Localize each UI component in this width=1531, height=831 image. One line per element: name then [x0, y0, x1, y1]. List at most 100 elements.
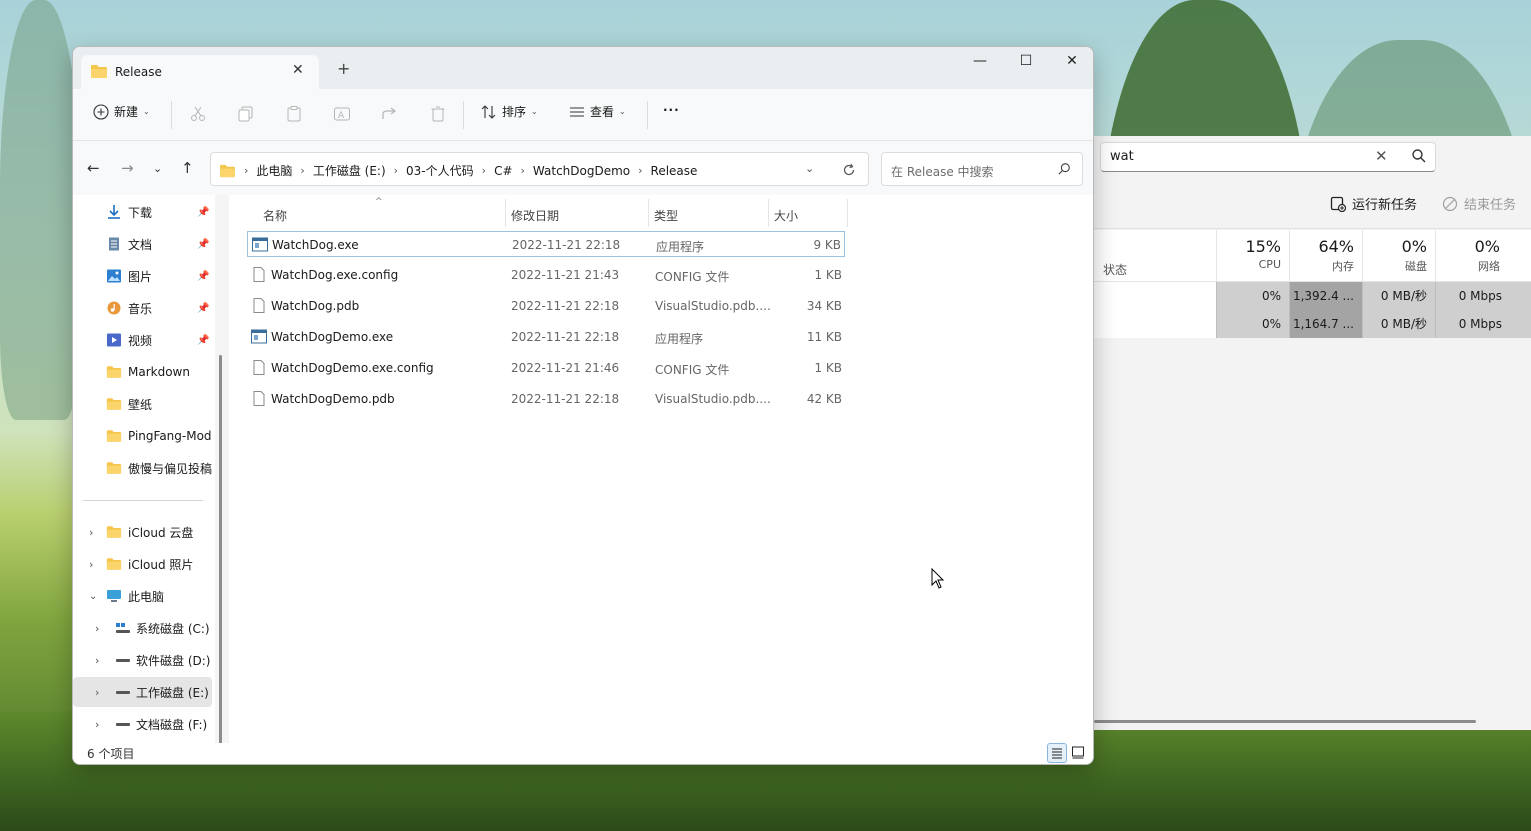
nav-item-drive-c[interactable]: › 系统磁盘 (C:): [73, 613, 212, 643]
exe-icon: [251, 329, 267, 344]
search-icon[interactable]: [1057, 162, 1071, 176]
delete-icon[interactable]: [429, 105, 447, 123]
chevron-right-icon[interactable]: ›: [95, 718, 99, 731]
breadcrumb-item[interactable]: WatchDogDemo: [533, 164, 630, 178]
column-divider[interactable]: [648, 199, 649, 227]
column-divider[interactable]: [505, 199, 506, 227]
disk-column-header[interactable]: 0% 磁盘: [1362, 230, 1435, 282]
column-divider[interactable]: [847, 199, 848, 227]
run-new-task-button[interactable]: 运行新任务: [1330, 194, 1417, 213]
pin-icon[interactable]: 📌: [197, 239, 209, 250]
nav-item-videos[interactable]: 视频 📌: [73, 325, 212, 355]
new-tab-button[interactable]: +: [337, 59, 350, 78]
clear-search-icon[interactable]: ✕: [1375, 147, 1388, 165]
nav-item-drive-e[interactable]: › 工作磁盘 (E:): [73, 677, 212, 707]
breadcrumb-item[interactable]: 此电脑: [256, 162, 292, 179]
view-button[interactable]: 查看 ⌄: [569, 103, 626, 120]
cpu-column-header[interactable]: 15% CPU: [1216, 230, 1289, 282]
chevron-down-icon[interactable]: ⌄: [89, 591, 97, 602]
chevron-right-icon[interactable]: ›: [394, 164, 398, 177]
file-row-watchdog-pdb[interactable]: WatchDog.pdb 2022-11-21 22:18 VisualStud…: [247, 293, 845, 319]
large-icons-view-button[interactable]: [1069, 743, 1089, 763]
search-icon[interactable]: [1411, 148, 1427, 164]
nav-item-pride-prejudice[interactable]: 傲慢与偏见投稿: [73, 453, 212, 483]
minimize-button[interactable]: —: [957, 49, 1003, 77]
chevron-right-icon[interactable]: ›: [89, 526, 93, 539]
chevron-right-icon[interactable]: ›: [89, 558, 93, 571]
refresh-icon[interactable]: [842, 163, 856, 177]
details-view-button[interactable]: [1047, 743, 1067, 763]
back-arrow-icon[interactable]: ←: [87, 159, 100, 177]
nav-scrollbar[interactable]: [219, 355, 222, 749]
column-size[interactable]: 大小: [774, 207, 798, 224]
file-date: 2022-11-21 22:18: [511, 330, 620, 344]
cut-icon[interactable]: [189, 105, 207, 123]
nav-item-documents[interactable]: 文档 📌: [73, 229, 212, 259]
forward-arrow-icon[interactable]: →: [121, 159, 134, 177]
column-type[interactable]: 类型: [654, 207, 678, 224]
process-row[interactable]: 0% 1,164.7 ... 0 MB/秒 0 Mbps: [1094, 310, 1531, 338]
recent-locations-chevron-icon[interactable]: ⌄: [153, 162, 162, 175]
nav-item-drive-d[interactable]: › 软件磁盘 (D:): [73, 645, 212, 675]
sort-button[interactable]: 排序 ⌄: [481, 103, 538, 120]
pin-icon[interactable]: 📌: [197, 207, 209, 218]
tab-release[interactable]: Release ✕: [81, 55, 319, 89]
nav-item-pictures[interactable]: 图片 📌: [73, 261, 212, 291]
nav-item-pingfang-mod[interactable]: PingFang-Mod: [73, 421, 212, 451]
task-search-input[interactable]: wat ✕: [1100, 142, 1436, 172]
cpu-cell: 0%: [1216, 310, 1289, 338]
chevron-right-icon[interactable]: ›: [521, 164, 525, 177]
new-button[interactable]: 新建 ⌄: [93, 103, 150, 120]
rename-icon[interactable]: A: [333, 105, 351, 123]
file-row-watchdogdemo-pdb[interactable]: WatchDogDemo.pdb 2022-11-21 22:18 Visual…: [247, 386, 845, 412]
task-manager-window: wat ✕ 运行新任务 结束任务 状态 15% CPU 64% 内存 0% 磁盘 0%…: [1094, 136, 1531, 730]
close-button[interactable]: ✕: [1049, 49, 1093, 77]
copy-icon[interactable]: [237, 105, 255, 123]
chevron-right-icon[interactable]: ›: [300, 164, 304, 177]
nav-item-icloud-photos[interactable]: › iCloud 照片: [73, 549, 212, 579]
file-size: 11 KB: [806, 330, 842, 344]
up-arrow-icon[interactable]: ↑: [181, 159, 194, 177]
share-icon[interactable]: [381, 105, 399, 123]
folder-search-input[interactable]: 在 Release 中搜索: [881, 152, 1083, 186]
nav-item-markdown[interactable]: Markdown: [73, 357, 212, 387]
chevron-right-icon[interactable]: ›: [482, 164, 486, 177]
file-row-watchdog-exe[interactable]: WatchDog.exe 2022-11-21 22:18 应用程序 9 KB: [247, 231, 845, 257]
file-row-watchdogdemo-exe[interactable]: WatchDogDemo.exe 2022-11-21 22:18 应用程序 1…: [247, 324, 845, 350]
network-column-header[interactable]: 0% 网络: [1435, 230, 1508, 282]
nav-item-this-pc[interactable]: ⌄ 此电脑: [73, 581, 212, 611]
nav-item-drive-f[interactable]: › 文档磁盘 (F:): [73, 709, 212, 739]
column-date-modified[interactable]: 修改日期: [511, 207, 559, 224]
process-row[interactable]: 0% 1,392.4 ... 0 MB/秒 0 Mbps: [1094, 282, 1531, 310]
file-row-watchdog-exe-config[interactable]: WatchDog.exe.config 2022-11-21 21:43 CON…: [247, 262, 845, 288]
nav-item-downloads[interactable]: 下载 📌: [73, 197, 212, 227]
chevron-right-icon[interactable]: ›: [95, 686, 99, 699]
breadcrumb-item[interactable]: Release: [651, 164, 698, 178]
end-task-button[interactable]: 结束任务: [1442, 194, 1516, 213]
address-history-chevron-icon[interactable]: ⌄: [805, 162, 814, 175]
breadcrumb-item[interactable]: 03-个人代码: [406, 162, 474, 179]
file-row-watchdogdemo-exe-config[interactable]: WatchDogDemo.exe.config 2022-11-21 21:46…: [247, 355, 845, 381]
nav-item-music[interactable]: 音乐 📌: [73, 293, 212, 323]
column-name[interactable]: 名称: [263, 207, 287, 224]
chevron-right-icon[interactable]: ›: [95, 654, 99, 667]
nav-item-wallpaper[interactable]: 壁纸: [73, 389, 212, 419]
chevron-right-icon[interactable]: ›: [638, 164, 642, 177]
chevron-right-icon[interactable]: ›: [95, 622, 99, 635]
breadcrumb-item[interactable]: C#: [494, 164, 512, 178]
column-divider[interactable]: [768, 199, 769, 227]
close-tab-icon[interactable]: ✕: [292, 62, 304, 78]
pin-icon[interactable]: 📌: [197, 271, 209, 282]
memory-column-header[interactable]: 64% 内存: [1289, 230, 1362, 282]
pin-icon[interactable]: 📌: [197, 335, 209, 346]
maximize-button[interactable]: ☐: [1003, 49, 1049, 77]
pin-icon[interactable]: 📌: [197, 303, 209, 314]
paste-icon[interactable]: [285, 105, 303, 123]
nav-item-icloud-drive[interactable]: › iCloud 云盘: [73, 517, 212, 547]
horizontal-scrollbar[interactable]: [1094, 720, 1476, 723]
address-bar[interactable]: › 此电脑 › 工作磁盘 (E:) › 03-个人代码 › C# › Watch…: [210, 152, 869, 186]
status-column-header[interactable]: 状态: [1103, 261, 1127, 278]
chevron-right-icon[interactable]: ›: [244, 164, 248, 177]
more-options-button[interactable]: ···: [663, 103, 680, 117]
breadcrumb-item[interactable]: 工作磁盘 (E:): [313, 162, 386, 179]
